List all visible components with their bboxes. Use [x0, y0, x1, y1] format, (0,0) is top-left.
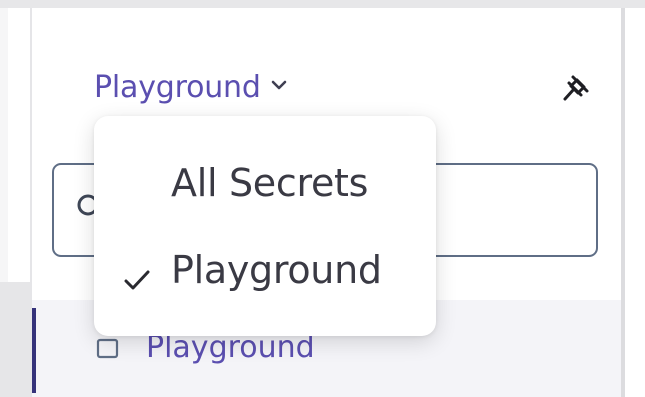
pin-button[interactable]: [552, 66, 600, 114]
menu-item-playground[interactable]: Playground: [94, 234, 436, 306]
active-indicator: [32, 308, 36, 393]
menu-item-all-secrets[interactable]: All Secrets: [94, 147, 436, 219]
chevron-down-icon: [267, 73, 291, 101]
workspace-dropdown-menu: All Secrets Playground: [94, 116, 436, 336]
workspace-switcher-label: Playground: [94, 69, 261, 105]
main-content-edge: [625, 8, 645, 397]
pin-icon: [559, 71, 593, 109]
workspace-switcher[interactable]: Playground: [94, 63, 291, 111]
top-border: [0, 0, 645, 8]
menu-item-label: All Secrets: [171, 161, 369, 205]
check-icon: [122, 258, 152, 290]
folder-icon: [96, 338, 120, 360]
menu-item-label: Playground: [171, 248, 382, 292]
left-gutter-lower: [0, 282, 30, 397]
